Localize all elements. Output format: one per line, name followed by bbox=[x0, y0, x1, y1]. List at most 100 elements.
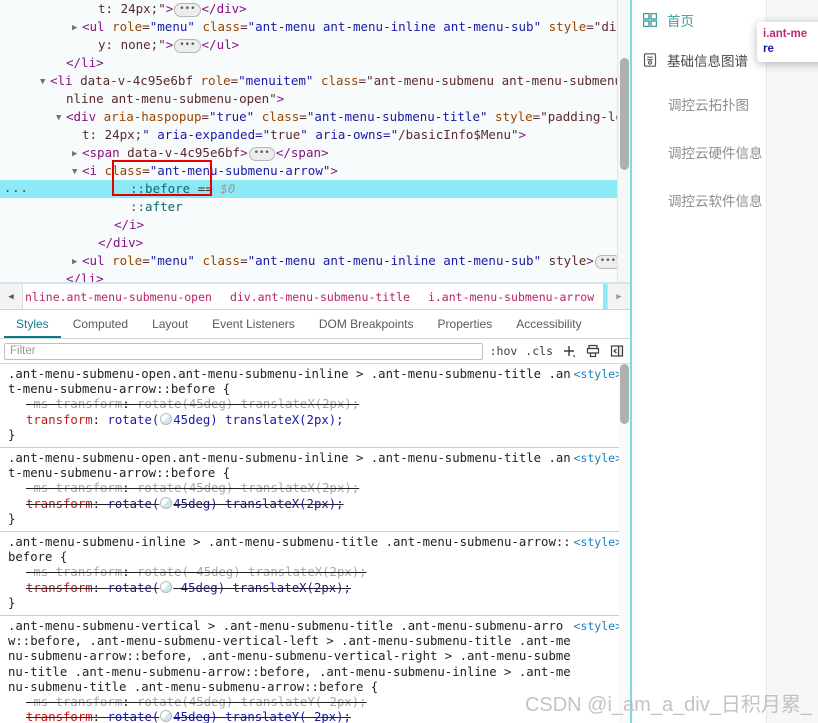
breadcrumb-next-button[interactable]: ▶ bbox=[607, 284, 630, 309]
css-value[interactable]: rotate(45deg) translateX(2px); bbox=[137, 481, 359, 495]
css-property[interactable]: -ms-transform bbox=[26, 695, 122, 709]
plus-icon[interactable] bbox=[560, 342, 578, 360]
tab-dom-breakpoints[interactable]: DOM Breakpoints bbox=[307, 310, 426, 338]
angle-swatch-icon[interactable] bbox=[160, 580, 173, 593]
tab-styles[interactable]: Styles bbox=[4, 310, 61, 338]
disclosure-triangle-icon[interactable] bbox=[72, 253, 82, 271]
css-rule[interactable]: .ant-menu-submenu-open.ant-menu-submenu-… bbox=[0, 448, 630, 533]
dom-tree-line[interactable]: </li> bbox=[0, 54, 630, 72]
hov-button[interactable]: :hov bbox=[489, 344, 519, 358]
disclosure-triangle-icon[interactable] bbox=[56, 109, 66, 127]
breadcrumb-item[interactable]: nline.ant-menu-submenu-open bbox=[23, 284, 221, 309]
dom-tree-line[interactable]: </i> bbox=[0, 216, 630, 234]
css-selector[interactable]: .ant-menu-submenu-vertical > .ant-menu-s… bbox=[8, 619, 624, 695]
css-declaration[interactable]: -ms-transform: rotate(-45deg) translateX… bbox=[8, 565, 624, 580]
styles-rules-list[interactable]: .ant-menu-submenu-open.ant-menu-submenu-… bbox=[0, 364, 630, 723]
angle-swatch-icon[interactable] bbox=[160, 412, 173, 425]
breadcrumb-items: nline.ant-menu-submenu-open div.ant-menu-… bbox=[23, 284, 607, 309]
css-value[interactable]: rotate( bbox=[107, 497, 159, 511]
sidebar-item-0[interactable]: 首页 bbox=[634, 0, 766, 40]
styles-filter-input[interactable] bbox=[4, 342, 483, 360]
dom-tree-line[interactable]: <i class="ant-menu-submenu-arrow"> bbox=[0, 162, 630, 180]
css-rule-origin[interactable]: <style> bbox=[574, 367, 622, 382]
css-property[interactable]: transform bbox=[26, 581, 93, 595]
tab-computed[interactable]: Computed bbox=[61, 310, 140, 338]
tab-event-listeners[interactable]: Event Listeners bbox=[200, 310, 307, 338]
dom-tree-line[interactable]: ::after bbox=[0, 198, 630, 216]
css-value[interactable]: rotate(-45deg) translateX(2px); bbox=[137, 565, 367, 579]
breadcrumb-item[interactable]: div.ant-menu-submenu-title bbox=[221, 284, 419, 309]
tab-properties[interactable]: Properties bbox=[426, 310, 505, 338]
css-selector[interactable]: .ant-menu-submenu-inline > .ant-menu-sub… bbox=[8, 535, 624, 565]
breadcrumb-prev-button[interactable]: ◀ bbox=[0, 284, 23, 309]
printer-icon[interactable] bbox=[584, 342, 602, 360]
breadcrumb-item[interactable]: i.ant-menu-submenu-arrow bbox=[419, 284, 603, 309]
css-property[interactable]: transform bbox=[26, 413, 93, 427]
css-declaration[interactable]: -ms-transform: rotate(45deg) translateX(… bbox=[8, 481, 624, 496]
dom-tree-pane[interactable]: t: 24px;">•••</div><ul role="menu" class… bbox=[0, 0, 630, 283]
sidebar-item-4[interactable]: 调控云软件信息 bbox=[634, 176, 766, 224]
css-property[interactable]: transform bbox=[26, 710, 93, 723]
collapsed-children-icon[interactable]: ••• bbox=[174, 2, 201, 17]
dom-tree-line[interactable]: <span data-v-4c95e6bf>•••</span> bbox=[0, 144, 630, 162]
dom-tree-line[interactable]: </li> bbox=[0, 270, 630, 282]
sidebar-item-2[interactable]: 调控云拓扑图 bbox=[634, 80, 766, 128]
css-property[interactable]: -ms-transform bbox=[26, 565, 122, 579]
css-property[interactable]: transform bbox=[26, 497, 93, 511]
disclosure-triangle-icon[interactable] bbox=[72, 163, 82, 181]
panel-toggle-icon[interactable] bbox=[608, 342, 626, 360]
css-selector[interactable]: .ant-menu-submenu-open.ant-menu-submenu-… bbox=[8, 367, 624, 397]
css-declaration[interactable]: transform: rotate(-45deg) translateX(2px… bbox=[8, 580, 624, 596]
disclosure-triangle-icon[interactable] bbox=[72, 19, 82, 37]
dom-tree-list: t: 24px;">•••</div><ul role="menu" class… bbox=[0, 0, 630, 282]
dom-tree-scroll-thumb[interactable] bbox=[620, 58, 629, 170]
dom-tree-line[interactable]: </div> bbox=[0, 234, 630, 252]
angle-swatch-icon[interactable] bbox=[160, 496, 173, 509]
dom-tree-line[interactable]: t: 24px;"> ••• </div> bbox=[0, 0, 630, 18]
styles-scrollbar[interactable] bbox=[619, 364, 630, 723]
devtools-tabstrip[interactable]: Styles Computed Layout Event Listeners DOM B… bbox=[0, 310, 630, 339]
css-rule[interactable]: .ant-menu-submenu-inline > .ant-menu-sub… bbox=[0, 532, 630, 617]
dom-tree-line[interactable]: <div aria-haspopup="true" class="ant-men… bbox=[0, 108, 630, 126]
collapsed-children-icon[interactable]: ••• bbox=[248, 146, 275, 161]
css-value[interactable]: rotate(45deg) translateX(2px); bbox=[137, 397, 359, 411]
css-rule[interactable]: .ant-menu-submenu-open.ant-menu-submenu-… bbox=[0, 364, 630, 449]
sidebar-item-1[interactable]: 基础信息图谱^ bbox=[634, 40, 766, 80]
cls-button[interactable]: .cls bbox=[524, 344, 554, 358]
dom-tree-line[interactable]: <ul role="menu" class="ant-menu ant-menu… bbox=[0, 18, 630, 36]
tab-accessibility[interactable]: Accessibility bbox=[504, 310, 593, 338]
css-rule[interactable]: .ant-menu-submenu-vertical > .ant-menu-s… bbox=[0, 616, 630, 723]
css-rule-origin[interactable]: <style> bbox=[574, 535, 622, 550]
dom-tree-line[interactable]: <li data-v-4c95e6bf role="menuitem" clas… bbox=[0, 72, 630, 90]
breadcrumb[interactable]: ◀ nline.ant-menu-submenu-open div.ant-men… bbox=[0, 283, 630, 310]
css-property[interactable]: -ms-transform bbox=[26, 481, 122, 495]
css-rule-origin[interactable]: <style> bbox=[574, 451, 622, 466]
css-declaration[interactable]: -ms-transform: rotate(45deg) translateX(… bbox=[8, 397, 624, 412]
dom-tree-line[interactable]: t: 24px;" aria-expanded="true" aria-owns… bbox=[0, 126, 630, 144]
css-value[interactable]: rotate(45deg) translateY(-2px); bbox=[137, 695, 367, 709]
dom-tree-line[interactable]: <ul role="menu" class="ant-menu ant-menu… bbox=[0, 252, 630, 270]
disclosure-triangle-icon[interactable] bbox=[40, 73, 50, 91]
css-property[interactable]: -ms-transform bbox=[26, 397, 122, 411]
tab-layout[interactable]: Layout bbox=[140, 310, 200, 338]
css-value[interactable]: rotate( bbox=[107, 710, 159, 723]
css-rule-origin[interactable]: <style> bbox=[574, 619, 622, 634]
dom-tree-line[interactable]: ::before == $0... bbox=[0, 180, 630, 198]
css-selector[interactable]: .ant-menu-submenu-open.ant-menu-submenu-… bbox=[8, 451, 624, 481]
angle-swatch-icon[interactable] bbox=[160, 710, 173, 723]
css-value[interactable]: rotate( bbox=[107, 413, 159, 427]
styles-scroll-thumb[interactable] bbox=[620, 364, 629, 424]
dom-tree-scrollbar[interactable] bbox=[617, 0, 630, 282]
styles-filter-row[interactable]: :hov .cls bbox=[0, 339, 630, 364]
css-declaration[interactable]: transform: rotate(45deg) translateX(2px)… bbox=[8, 412, 624, 428]
dom-tree-line[interactable]: y: none;"> ••• </ul> bbox=[0, 36, 630, 54]
disclosure-triangle-icon[interactable] bbox=[72, 145, 82, 163]
css-declaration[interactable]: -ms-transform: rotate(45deg) translateY(… bbox=[8, 695, 624, 710]
css-declaration[interactable]: transform: rotate(45deg) translateY(-2px… bbox=[8, 710, 624, 723]
tooltip-selector-line: i.ant-me bbox=[763, 28, 808, 40]
sidebar-item-3[interactable]: 调控云硬件信息 bbox=[634, 128, 766, 176]
dom-tree-line[interactable]: nline ant-menu-submenu-open"> bbox=[0, 90, 630, 108]
css-declaration[interactable]: transform: rotate(45deg) translateX(2px)… bbox=[8, 496, 624, 512]
collapsed-children-icon[interactable]: ••• bbox=[174, 38, 201, 53]
css-value[interactable]: rotate( bbox=[107, 581, 159, 595]
